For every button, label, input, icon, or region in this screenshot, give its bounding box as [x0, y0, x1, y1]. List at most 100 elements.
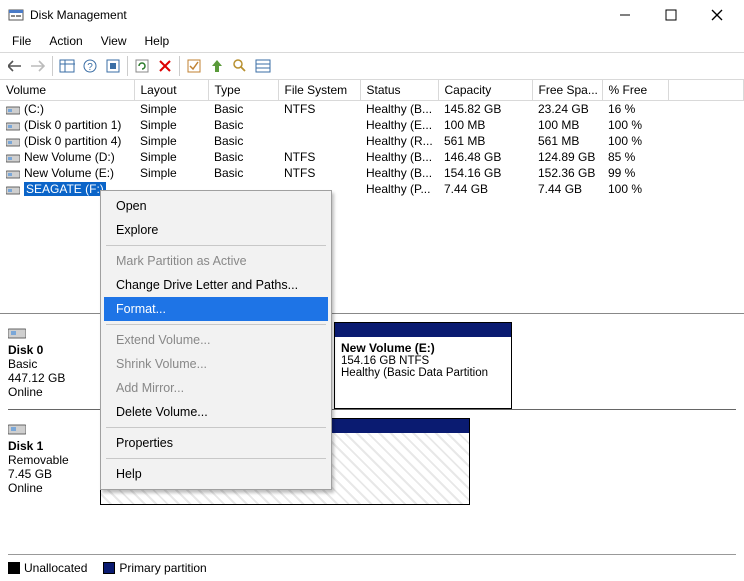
table-row[interactable]: New Volume (D:)SimpleBasicNTFSHealthy (B… [0, 149, 744, 165]
cell-type: Basic [208, 165, 278, 181]
ctx-explore[interactable]: Explore [104, 218, 328, 242]
drive-icon [6, 152, 20, 162]
cell-type: Basic [208, 149, 278, 165]
menu-help[interactable]: Help [137, 32, 178, 50]
col-fs[interactable]: File System [278, 80, 360, 101]
cell-status: Healthy (B... [360, 165, 438, 181]
cell-type: Basic [208, 101, 278, 118]
menu-view[interactable]: View [93, 32, 135, 50]
ctx-extend: Extend Volume... [104, 328, 328, 352]
close-button[interactable] [694, 0, 740, 30]
cell-pct: 100 % [602, 117, 668, 133]
refresh-icon[interactable] [131, 55, 153, 77]
ctx-open[interactable]: Open [104, 194, 328, 218]
ctx-shrink: Shrink Volume... [104, 352, 328, 376]
cell-fs [278, 133, 360, 149]
cell-volume: (Disk 0 partition 1) [0, 117, 134, 133]
partition-status: Healthy (Basic Data Partition [341, 367, 505, 379]
show-hide-tree-button[interactable] [56, 55, 78, 77]
settings-icon[interactable] [102, 55, 124, 77]
col-free[interactable]: Free Spa... [532, 80, 602, 101]
cell-layout: Simple [134, 117, 208, 133]
swatch-primary [103, 562, 115, 574]
maximize-button[interactable] [648, 0, 694, 30]
cell-status: Healthy (P... [360, 181, 438, 197]
cell-volume: New Volume (D:) [0, 149, 134, 165]
cell-fs: NTFS [278, 149, 360, 165]
disk-label: Disk 1 [8, 439, 96, 453]
col-volume[interactable]: Volume [0, 80, 134, 101]
svg-text:?: ? [87, 62, 93, 73]
cell-capacity: 146.48 GB [438, 149, 532, 165]
disk-label: Disk 0 [8, 343, 96, 357]
cell-pct: 16 % [602, 101, 668, 118]
forward-button[interactable] [27, 55, 49, 77]
cell-free: 7.44 GB [532, 181, 602, 197]
cell-capacity: 7.44 GB [438, 181, 532, 197]
disk-state: Online [8, 385, 96, 399]
list-view-icon[interactable] [252, 55, 274, 77]
cell-fs [278, 117, 360, 133]
drive-icon [6, 184, 20, 194]
cell-layout: Simple [134, 149, 208, 165]
cell-pct: 100 % [602, 133, 668, 149]
search-icon[interactable] [229, 55, 251, 77]
cell-status: Healthy (B... [360, 101, 438, 118]
col-capacity[interactable]: Capacity [438, 80, 532, 101]
disk-size: 447.12 GB [8, 371, 96, 385]
ctx-format[interactable]: Format... [104, 297, 328, 321]
menu-bar: File Action View Help [0, 30, 744, 52]
cell-pct: 85 % [602, 149, 668, 165]
drive-icon [6, 136, 20, 146]
partition[interactable]: New Volume (E:)154.16 GB NTFSHealthy (Ba… [334, 322, 512, 409]
cell-layout: Simple [134, 165, 208, 181]
col-type[interactable]: Type [208, 80, 278, 101]
ctx-delete[interactable]: Delete Volume... [104, 400, 328, 424]
col-pct[interactable]: % Free [602, 80, 668, 101]
legend: Unallocated Primary partition [8, 554, 736, 575]
table-row[interactable]: (C:)SimpleBasicNTFSHealthy (B...145.82 G… [0, 101, 744, 118]
cell-status: Healthy (R... [360, 133, 438, 149]
disk-header: Disk 0Basic447.12 GBOnline [8, 322, 100, 409]
table-row[interactable]: New Volume (E:)SimpleBasicNTFSHealthy (B… [0, 165, 744, 181]
table-row[interactable]: (Disk 0 partition 4)SimpleBasicHealthy (… [0, 133, 744, 149]
legend-primary: Primary partition [119, 561, 206, 575]
delete-icon[interactable] [154, 55, 176, 77]
disk-header: Disk 1Removable7.45 GBOnline [8, 418, 100, 505]
disk-size: 7.45 GB [8, 467, 96, 481]
cell-free: 23.24 GB [532, 101, 602, 118]
cell-free: 561 MB [532, 133, 602, 149]
disk-icon [8, 422, 26, 436]
table-row[interactable]: (Disk 0 partition 1)SimpleBasicHealthy (… [0, 117, 744, 133]
cell-volume: New Volume (E:) [0, 165, 134, 181]
app-icon [8, 7, 24, 23]
menu-action[interactable]: Action [41, 32, 90, 50]
check-icon[interactable] [183, 55, 205, 77]
cell-type: Basic [208, 133, 278, 149]
col-status[interactable]: Status [360, 80, 438, 101]
back-button[interactable] [4, 55, 26, 77]
col-layout[interactable]: Layout [134, 80, 208, 101]
cell-layout: Simple [134, 101, 208, 118]
cell-capacity: 145.82 GB [438, 101, 532, 118]
cell-status: Healthy (E... [360, 117, 438, 133]
ctx-help[interactable]: Help [104, 462, 328, 486]
minimize-button[interactable] [602, 0, 648, 30]
ctx-mirror: Add Mirror... [104, 376, 328, 400]
title-bar: Disk Management [0, 0, 744, 30]
swatch-unallocated [8, 562, 20, 574]
menu-file[interactable]: File [4, 32, 39, 50]
ctx-change-letter[interactable]: Change Drive Letter and Paths... [104, 273, 328, 297]
help-icon[interactable]: ? [79, 55, 101, 77]
cell-volume: (C:) [0, 101, 134, 117]
cell-free: 100 MB [532, 117, 602, 133]
cell-layout: Simple [134, 133, 208, 149]
disk-kind: Basic [8, 357, 96, 371]
context-menu: Open Explore Mark Partition as Active Ch… [100, 190, 332, 490]
legend-unallocated: Unallocated [24, 561, 87, 575]
ctx-properties[interactable]: Properties [104, 431, 328, 455]
toolbar: ? [0, 52, 744, 80]
disk-kind: Removable [8, 453, 96, 467]
cell-capacity: 561 MB [438, 133, 532, 149]
up-arrow-icon[interactable] [206, 55, 228, 77]
